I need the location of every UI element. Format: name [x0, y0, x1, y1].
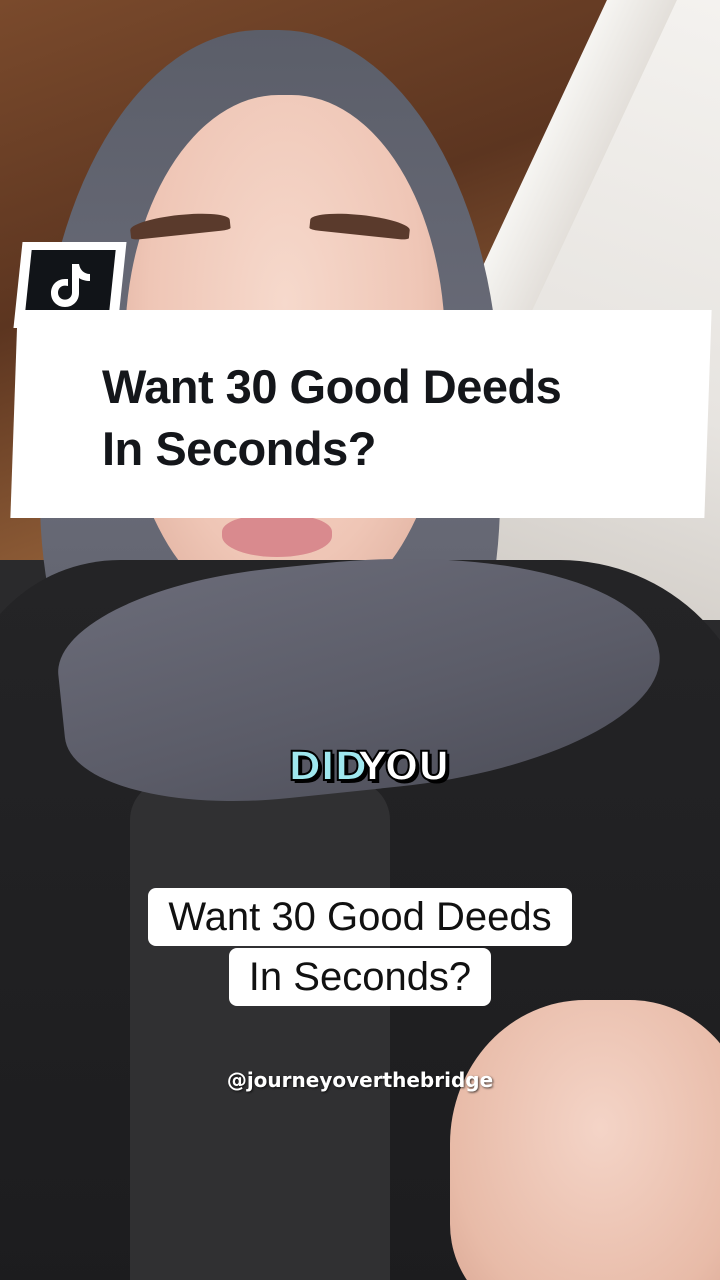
title-line-2: In Seconds? [102, 422, 376, 475]
subtitle-line-1: Want 30 Good Deeds [148, 888, 572, 946]
hand [450, 1000, 720, 1280]
dark-shirt [130, 780, 390, 1280]
caption-word: YOU [357, 743, 451, 791]
creator-handle[interactable]: @journeyoverthebridge [0, 1068, 720, 1092]
subtitle-line-2: In Seconds? [228, 948, 492, 1006]
title-line-1: Want 30 Good Deeds [102, 360, 562, 413]
title-heading: Want 30 Good Deeds In Seconds? [102, 356, 682, 480]
caption-word-highlighted: DID [287, 743, 368, 791]
lips [222, 515, 332, 557]
subtitle-box: Want 30 Good Deeds In Seconds? [0, 888, 720, 1006]
